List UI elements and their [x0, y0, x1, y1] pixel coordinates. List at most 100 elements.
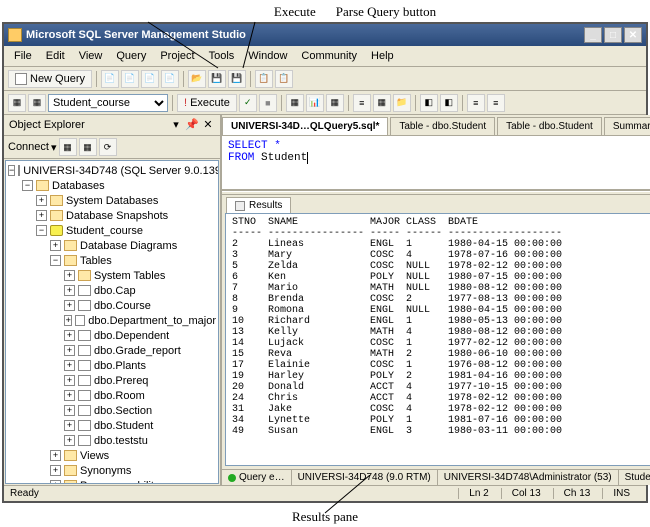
expand-icon[interactable]: + [64, 390, 75, 401]
refresh-button[interactable]: ⟳ [99, 138, 117, 156]
expand-icon[interactable]: + [64, 315, 72, 326]
connect-tb-1[interactable]: ▦ [59, 138, 77, 156]
expand-icon[interactable]: + [64, 375, 75, 386]
server-node[interactable]: −UNIVERSI-34D748 (SQL Server 9.0.1399 - … [8, 163, 216, 178]
table-node[interactable]: +dbo.Room [8, 388, 216, 403]
expand-icon[interactable]: + [36, 210, 47, 221]
connect-dropdown-icon[interactable]: ▾ [51, 141, 57, 154]
system-databases-node[interactable]: +System Databases [8, 193, 216, 208]
panel-pin-icon[interactable]: 📌 [185, 118, 199, 132]
expand-icon[interactable]: + [64, 345, 75, 356]
query-editor[interactable]: SELECT * FROM Student [222, 136, 650, 191]
expand-icon[interactable]: + [64, 300, 75, 311]
connect-button[interactable]: Connect [8, 141, 49, 153]
toolbar-btn-6[interactable]: 📋 [275, 70, 293, 88]
toolbar-separator [462, 95, 463, 111]
toolbar-btn-5[interactable]: 📋 [255, 70, 273, 88]
open-button[interactable]: 📂 [188, 70, 206, 88]
save-button[interactable]: 💾 [208, 70, 226, 88]
close-button[interactable]: ✕ [624, 27, 642, 43]
menu-edit[interactable]: Edit [40, 48, 71, 64]
toolbar-btn-13[interactable]: ≡ [487, 94, 505, 112]
menu-view[interactable]: View [73, 48, 109, 64]
table-node[interactable]: +dbo.Cap [8, 283, 216, 298]
save-all-button[interactable]: 💾 [228, 70, 246, 88]
expand-icon[interactable]: + [50, 450, 61, 461]
table-node[interactable]: +dbo.Dependent [8, 328, 216, 343]
toolbar-btn-2[interactable]: 📄 [121, 70, 139, 88]
panel-close-icon[interactable]: ✕ [201, 118, 215, 132]
expand-icon[interactable]: − [36, 225, 47, 236]
expand-icon[interactable]: + [64, 330, 75, 341]
system-tables-node[interactable]: +System Tables [8, 268, 216, 283]
prog-node[interactable]: +Programmability [8, 478, 216, 484]
results-tab[interactable]: Results [226, 197, 291, 213]
database-diagrams-node[interactable]: +Database Diagrams [8, 238, 216, 253]
views-node[interactable]: +Views [8, 448, 216, 463]
toolbar-btn-4[interactable]: 📄 [161, 70, 179, 88]
connect-tb-2[interactable]: ▦ [79, 138, 97, 156]
toolbar-btn-3[interactable]: 📄 [141, 70, 159, 88]
expand-icon[interactable]: + [64, 405, 75, 416]
menu-query[interactable]: Query [110, 48, 152, 64]
results-grid[interactable]: STNO SNAME MAJOR CLASS BDATE ----- -----… [225, 213, 650, 466]
toolbar-btn-12[interactable]: ≡ [467, 94, 485, 112]
parse-query-button[interactable]: ✓ [239, 94, 257, 112]
menu-file[interactable]: File [8, 48, 38, 64]
table-node[interactable]: +dbo.Department_to_major [8, 313, 216, 328]
document-tab[interactable]: Summary [604, 117, 650, 135]
new-query-button[interactable]: New Query [8, 70, 92, 88]
execute-button[interactable]: ! Execute [177, 94, 237, 112]
expand-icon[interactable]: − [22, 180, 33, 191]
table-node[interactable]: +dbo.Prereq [8, 373, 216, 388]
database-snapshots-node[interactable]: +Database Snapshots [8, 208, 216, 223]
maximize-button[interactable]: □ [604, 27, 622, 43]
table-node[interactable]: +dbo.Student [8, 418, 216, 433]
document-tab[interactable]: Table - dbo.Student [390, 117, 495, 135]
node-label: Tables [80, 255, 112, 267]
cancel-query-button[interactable]: ■ [259, 94, 277, 112]
document-tab[interactable]: Table - dbo.Student [497, 117, 602, 135]
toolbar-btn-db[interactable]: ▦ [8, 94, 26, 112]
table-node[interactable]: +dbo.Grade_report [8, 343, 216, 358]
results-to-text-button[interactable]: ≡ [353, 94, 371, 112]
minimize-button[interactable]: _ [584, 27, 602, 43]
database-select[interactable]: Student_course [48, 94, 168, 112]
object-explorer-tree[interactable]: −UNIVERSI-34D748 (SQL Server 9.0.1399 - … [5, 160, 219, 484]
student-course-db-node[interactable]: −Student_course [8, 223, 216, 238]
results-to-file-button[interactable]: 📁 [393, 94, 411, 112]
toolbar-btn-10[interactable]: ◧ [420, 94, 438, 112]
toolbar-btn-7[interactable]: ▦ [286, 94, 304, 112]
menu-window[interactable]: Window [242, 48, 293, 64]
table-node[interactable]: +dbo.Course [8, 298, 216, 313]
expand-icon[interactable]: + [64, 285, 75, 296]
menu-tools[interactable]: Tools [203, 48, 241, 64]
table-node[interactable]: +dbo.Plants [8, 358, 216, 373]
expand-icon[interactable]: + [50, 240, 61, 251]
expand-icon[interactable]: − [8, 165, 15, 176]
expand-icon[interactable]: + [50, 480, 61, 484]
table-node[interactable]: +dbo.teststu [8, 433, 216, 448]
toolbar-btn-db2[interactable]: ▦ [28, 94, 46, 112]
expand-icon[interactable]: − [50, 255, 61, 266]
toolbar-btn-11[interactable]: ◧ [440, 94, 458, 112]
toolbar-btn-9[interactable]: ▦ [326, 94, 344, 112]
expand-icon[interactable]: + [64, 360, 75, 371]
expand-icon[interactable]: + [36, 195, 47, 206]
synonyms-node[interactable]: +Synonyms [8, 463, 216, 478]
document-tab[interactable]: UNIVERSI-34D…QLQuery5.sql* [222, 117, 388, 135]
tables-node[interactable]: − Tables [8, 253, 216, 268]
table-node[interactable]: +dbo.Section [8, 403, 216, 418]
expand-icon[interactable]: + [64, 420, 75, 431]
menu-project[interactable]: Project [154, 48, 200, 64]
menu-help[interactable]: Help [365, 48, 400, 64]
toolbar-btn-1[interactable]: 📄 [101, 70, 119, 88]
databases-node[interactable]: −Databases [8, 178, 216, 193]
toolbar-btn-8[interactable]: 📊 [306, 94, 324, 112]
expand-icon[interactable]: + [64, 270, 75, 281]
panel-dropdown-icon[interactable]: ▾ [169, 118, 183, 132]
menu-community[interactable]: Community [295, 48, 363, 64]
results-to-grid-button[interactable]: ▦ [373, 94, 391, 112]
expand-icon[interactable]: + [64, 435, 75, 446]
expand-icon[interactable]: + [50, 465, 61, 476]
